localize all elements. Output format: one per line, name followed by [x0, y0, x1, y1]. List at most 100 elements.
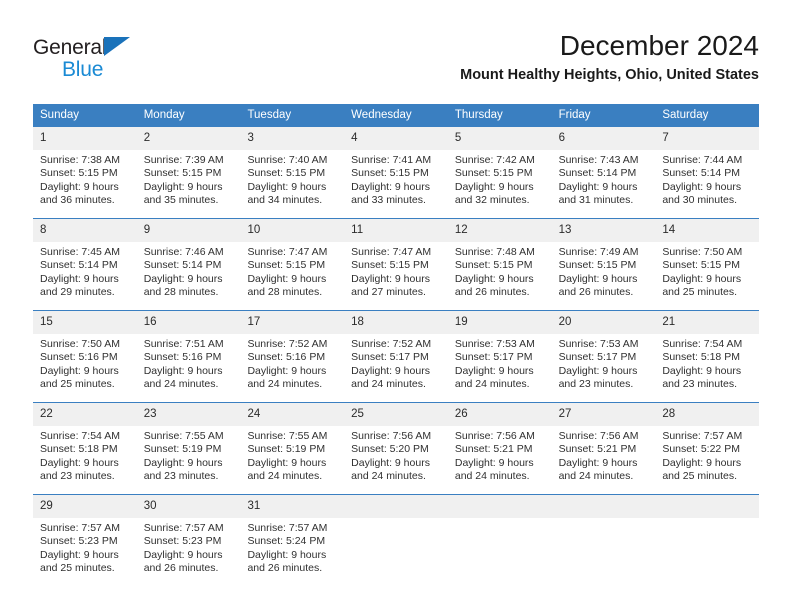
week-row: 8 Sunrise: 7:45 AM Sunset: 5:14 PM Daylight…	[33, 218, 760, 299]
day-cell[interactable]: 15 Sunrise: 7:50 AM Sunset: 5:16 PM Dayligh…	[33, 311, 137, 390]
day-cell[interactable]: 29 Sunrise: 7:57 AM Sunset: 5:23 PM Dayligh…	[33, 495, 137, 574]
day-cell[interactable]: 3 Sunrise: 7:40 AM Sunset: 5:15 PM Daylight…	[240, 127, 345, 206]
day-detail-line: Sunrise: 7:50 AM	[662, 246, 743, 258]
day-cell[interactable]: 13 Sunrise: 7:49 AM Sunset: 5:15 PM Dayligh…	[551, 219, 656, 298]
day-cell[interactable]: 25 Sunrise: 7:56 AM Sunset: 5:20 PM Dayligh…	[344, 403, 448, 482]
day-detail-line: and 27 minutes.	[351, 286, 426, 299]
day-number: 18	[344, 311, 448, 334]
day-cell[interactable]: 14 Sunrise: 7:50 AM Sunset: 5:15 PM Dayligh…	[655, 219, 760, 299]
day-detail-line: Sunset: 5:15 PM	[351, 259, 429, 272]
day-details: Sunrise: 7:55 AM Sunset: 5:19 PM Daylight:…	[137, 426, 241, 483]
page-header: General Blue December 2024 Mount Healthy…	[33, 28, 759, 96]
day-detail-line: Sunset: 5:16 PM	[247, 351, 326, 364]
day-detail-line: Sunrise: 7:53 AM	[454, 338, 535, 350]
day-detail-line: Sunset: 5:17 PM	[351, 351, 429, 364]
day-cell[interactable]: 23 Sunrise: 7:55 AM Sunset: 5:19 PM Dayligh…	[136, 403, 241, 483]
day-detail-line: and 24 minutes.	[454, 378, 530, 391]
day-cell[interactable]: 4 Sunrise: 7:41 AM Sunset: 5:15 PM Daylight…	[344, 127, 448, 206]
day-detail-line: Sunset: 5:23 PM	[40, 535, 118, 548]
day-detail-line: Sunrise: 7:51 AM	[143, 338, 224, 350]
day-cell[interactable]: 18 Sunrise: 7:52 AM Sunset: 5:17 PM Dayligh…	[344, 311, 448, 391]
day-cell[interactable]: 12 Sunrise: 7:48 AM Sunset: 5:15 PM Dayligh…	[447, 219, 552, 298]
day-cell[interactable]: 10 Sunrise: 7:47 AM Sunset: 5:15 PM Dayligh…	[240, 219, 345, 298]
day-details: Sunrise: 7:57 AM Sunset: 5:22 PM Daylight:…	[655, 426, 759, 482]
day-details: Sunrise: 7:48 AM Sunset: 5:15 PM Daylight:…	[448, 242, 552, 298]
day-cell[interactable]: 27 Sunrise: 7:56 AM Sunset: 5:21 PM Dayligh…	[551, 403, 656, 482]
weekday-header-row: Sunday Monday Tuesday Wednesday Thursday Frid…	[33, 104, 759, 127]
day-number: 9	[136, 219, 241, 242]
day-detail-line: Sunrise: 7:55 AM	[247, 430, 328, 442]
day-details: Sunrise: 7:44 AM Sunset: 5:14 PM Daylight:…	[655, 150, 759, 207]
day-detail-line: Sunrise: 7:42 AM	[454, 154, 535, 166]
weekday-header-saturday: Saturday	[662, 109, 709, 121]
page-title: December 2024	[559, 30, 759, 61]
day-number: 3	[240, 127, 345, 150]
day-cell[interactable]: 1 Sunrise: 7:38 AM Sunset: 5:15 PM Daylight…	[33, 127, 137, 206]
brand-logo[interactable]: General Blue	[33, 36, 233, 92]
day-number: 4	[344, 127, 448, 150]
day-detail-line: Sunrise: 7:52 AM	[351, 338, 432, 350]
day-number: 5	[447, 127, 552, 150]
day-number: 11	[344, 219, 448, 242]
day-detail-line: Sunset: 5:21 PM	[454, 443, 533, 456]
day-detail-line: Sunset: 5:15 PM	[40, 167, 118, 180]
day-details: Sunrise: 7:41 AM Sunset: 5:15 PM Daylight:…	[344, 150, 448, 206]
day-cell[interactable]: 21 Sunrise: 7:54 AM Sunset: 5:18 PM Dayligh…	[655, 311, 760, 391]
day-detail-line: and 31 minutes.	[558, 194, 634, 207]
day-details: Sunrise: 7:56 AM Sunset: 5:20 PM Daylight:…	[344, 426, 448, 482]
day-detail-line: Daylight: 9 hours	[351, 456, 430, 469]
day-number: 7	[655, 127, 760, 150]
day-detail-line: Daylight: 9 hours	[143, 456, 223, 469]
day-cell[interactable]: 16 Sunrise: 7:51 AM Sunset: 5:16 PM Dayligh…	[136, 311, 241, 390]
day-details: Sunrise: 7:52 AM Sunset: 5:16 PM Daylight:…	[240, 334, 344, 391]
day-details: Sunrise: 7:53 AM Sunset: 5:17 PM Daylight:…	[448, 334, 552, 391]
day-cell[interactable]: 22 Sunrise: 7:54 AM Sunset: 5:18 PM Dayligh…	[33, 403, 137, 482]
day-detail-line: and 30 minutes.	[662, 194, 738, 207]
day-details: Sunrise: 7:47 AM Sunset: 5:15 PM Daylight:…	[240, 242, 344, 298]
day-cell[interactable]: 20 Sunrise: 7:53 AM Sunset: 5:17 PM Dayligh…	[551, 311, 656, 390]
day-cell[interactable]: 31 Sunrise: 7:57 AM Sunset: 5:24 PM Dayligh…	[240, 495, 345, 574]
day-cell[interactable]: 9 Sunrise: 7:46 AM Sunset: 5:14 PM Daylight…	[136, 219, 241, 298]
day-detail-line: and 24 minutes.	[247, 378, 323, 391]
day-cell[interactable]: 6 Sunrise: 7:43 AM Sunset: 5:14 PM Daylight…	[551, 127, 656, 207]
day-detail-line: Sunrise: 7:50 AM	[40, 338, 120, 350]
day-number: 30	[136, 495, 241, 518]
day-detail-line: Sunset: 5:14 PM	[143, 259, 222, 272]
day-detail-line: Sunset: 5:16 PM	[40, 351, 118, 364]
day-number	[447, 495, 552, 518]
day-detail-line: Daylight: 9 hours	[143, 548, 223, 561]
day-cell[interactable]: 2 Sunrise: 7:39 AM Sunset: 5:15 PM Daylight…	[136, 127, 241, 206]
day-number: 14	[655, 219, 760, 242]
day-cell[interactable]: 26 Sunrise: 7:56 AM Sunset: 5:21 PM Dayligh…	[447, 403, 552, 482]
day-details: Sunrise: 7:49 AM Sunset: 5:15 PM Daylight:…	[552, 242, 656, 298]
day-cell[interactable]: 5 Sunrise: 7:42 AM Sunset: 5:15 PM Daylight…	[447, 127, 552, 206]
day-cell[interactable]: 7 Sunrise: 7:44 AM Sunset: 5:14 PM Daylight…	[655, 127, 760, 207]
weekday-header-tuesday: Tuesday	[247, 109, 292, 121]
day-cell-empty	[344, 495, 448, 572]
day-cell[interactable]: 11 Sunrise: 7:47 AM Sunset: 5:15 PM Dayligh…	[344, 219, 448, 299]
day-cell[interactable]: 24 Sunrise: 7:55 AM Sunset: 5:19 PM Dayligh…	[240, 403, 345, 482]
day-detail-line: Sunset: 5:14 PM	[40, 259, 118, 272]
day-details	[552, 518, 656, 572]
day-details: Sunrise: 7:52 AM Sunset: 5:17 PM Daylight:…	[344, 334, 448, 391]
day-number: 22	[33, 403, 137, 426]
day-cell[interactable]: 28 Sunrise: 7:57 AM Sunset: 5:22 PM Dayligh…	[655, 403, 760, 482]
day-detail-line: and 23 minutes.	[662, 378, 738, 391]
week-row: 29 Sunrise: 7:57 AM Sunset: 5:23 PM Dayligh…	[33, 494, 760, 574]
day-detail-line: Sunrise: 7:41 AM	[351, 154, 432, 166]
day-cell[interactable]: 19 Sunrise: 7:53 AM Sunset: 5:17 PM Dayligh…	[447, 311, 552, 391]
day-cell[interactable]: 8 Sunrise: 7:45 AM Sunset: 5:14 PM Daylight…	[33, 219, 137, 298]
day-details: Sunrise: 7:40 AM Sunset: 5:15 PM Daylight:…	[240, 150, 344, 206]
calendar-weeks: 1 Sunrise: 7:38 AM Sunset: 5:15 PM Daylight…	[33, 127, 760, 574]
day-detail-line: and 24 minutes.	[351, 378, 426, 391]
day-detail-line: Sunrise: 7:52 AM	[247, 338, 328, 350]
day-detail-line: and 25 minutes.	[662, 286, 738, 299]
day-detail-line: and 23 minutes.	[143, 470, 219, 483]
day-detail-line: Daylight: 9 hours	[247, 272, 327, 285]
day-cell[interactable]: 30 Sunrise: 7:57 AM Sunset: 5:23 PM Dayligh…	[136, 495, 241, 574]
day-detail-line: Sunrise: 7:56 AM	[558, 430, 639, 442]
day-number: 8	[33, 219, 137, 242]
day-details: Sunrise: 7:56 AM Sunset: 5:21 PM Daylight:…	[552, 426, 656, 482]
day-cell[interactable]: 17 Sunrise: 7:52 AM Sunset: 5:16 PM Dayligh…	[240, 311, 345, 391]
day-details: Sunrise: 7:46 AM Sunset: 5:14 PM Daylight:…	[137, 242, 241, 298]
